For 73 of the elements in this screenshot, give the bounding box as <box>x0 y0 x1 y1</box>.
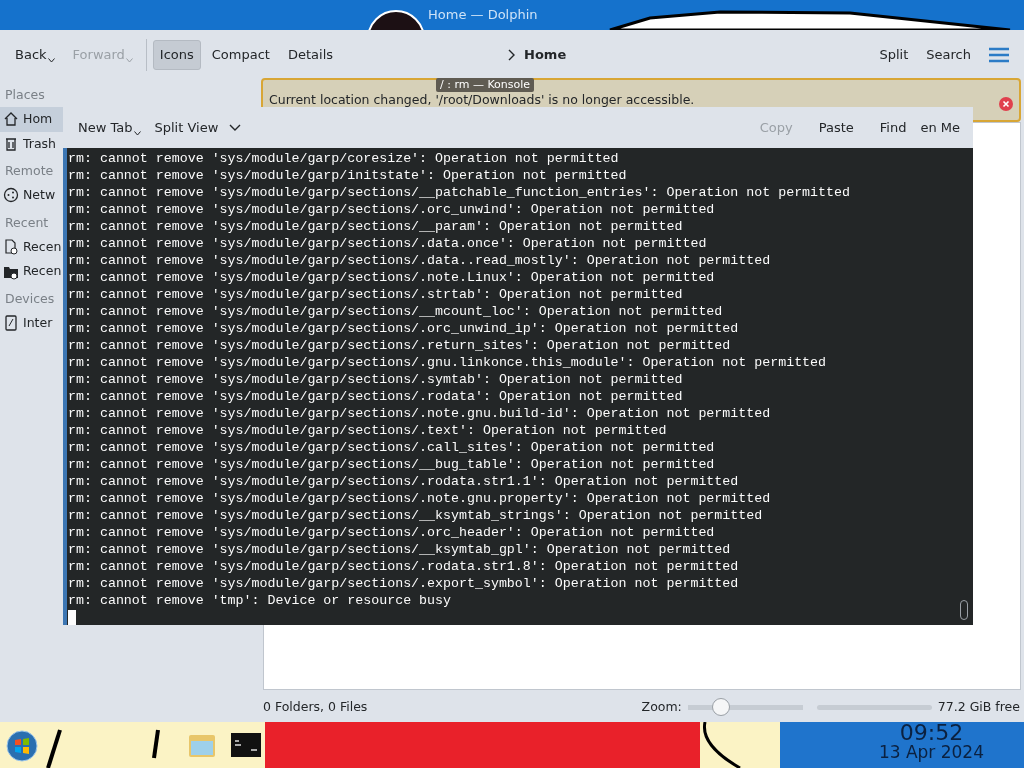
terminal-line: rm: cannot remove 'sys/module/garp/initstate': Operation not permitted <box>68 167 628 184</box>
sidebar-item[interactable]: Netw <box>0 183 63 208</box>
terminal-line: rm: cannot remove 'sys/module/garp/sections/.rodata.str1.8': Operation not permitted <box>68 558 740 575</box>
terminal-line: rm: cannot remove 'sys/module/garp/sections/__patchable_function_entries': Operation not permitted <box>68 184 851 201</box>
toolbar-button[interactable]: Find <box>872 112 914 143</box>
terminal-line: rm: cannot remove 'sys/module/garp/sections/.note.Linux': Operation not permitted <box>68 269 716 286</box>
status-text: 0 Folders, 0 Files <box>263 697 368 716</box>
terminal-line: rm: cannot remove 'sys/module/garp/sections/__bug_table': Operation not permitted <box>68 456 716 473</box>
toolbar-button[interactable]: Paste <box>811 112 861 143</box>
terminal-line: rm: cannot remove 'sys/module/garp/sections/.text': Operation not permitted <box>68 422 668 439</box>
terminal-line: rm: cannot remove 'sys/module/garp/sections/.note.gnu.build-id': Operation not permitted <box>68 405 772 422</box>
terminal-line: rm: cannot remove 'sys/module/garp/sections/__ksymtab_strings': Operation not permitted <box>68 507 764 524</box>
section-heading: Places <box>4 86 46 104</box>
sidebar-item[interactable]: Inter <box>0 310 63 336</box>
home-icon <box>3 111 19 128</box>
zoom-label: Zoom: <box>641 697 682 716</box>
close-icon[interactable] <box>999 97 1013 111</box>
sidebar-item[interactable]: Recen <box>0 259 63 284</box>
toolbar-button[interactable]: New Tab <box>71 112 148 143</box>
caret-icon <box>125 58 133 64</box>
terminal-line: rm: cannot remove 'sys/module/garp/sections/.orc_unwind': Operation not permitted <box>68 201 716 218</box>
caret-icon <box>47 58 55 64</box>
terminal-line: rm: cannot remove 'sys/module/garp/sections/.data..read_mostly': Operation not permitted <box>68 252 772 269</box>
window-title: / : rm — Konsole <box>436 78 535 92</box>
toolbar-button[interactable]: Split <box>872 40 916 70</box>
view-mode-button[interactable]: Compact <box>204 40 277 70</box>
section-heading: Devices <box>4 290 56 308</box>
terminal-line: rm: cannot remove 'sys/module/garp/sections/.rodata.str1.1': Operation not permitted <box>68 473 740 490</box>
slider-thumb[interactable] <box>712 698 731 716</box>
terminal-line: rm: cannot remove 'tmp': Device or resource busy <box>68 592 452 609</box>
back-button[interactable]: Back <box>8 40 62 70</box>
network-icon <box>3 187 19 204</box>
section-heading: Remote <box>4 162 55 181</box>
terminal-line: rm: cannot remove 'sys/module/garp/sections/.rodata': Operation not permitted <box>68 388 684 405</box>
terminal-line: rm: cannot remove 'sys/module/garp/sections/__param': Operation not permitted <box>68 218 684 235</box>
terminal-line: rm: cannot remove 'sys/module/garp/sections/.call_sites': Operation not permitted <box>68 439 716 456</box>
terminal-line: rm: cannot remove 'sys/module/garp/sections/.gnu.linkonce.this_module': Operation not permitted <box>68 354 828 371</box>
terminal-line: rm: cannot remove 'sys/module/garp/sections/.note.gnu.property': Operation not permitted <box>68 490 772 507</box>
terminal-line: rm: cannot remove 'sys/module/garp/sections/.strtab': Operation not permitted <box>68 286 684 303</box>
text-cursor <box>68 610 76 625</box>
sidebar-item[interactable]: Recen <box>0 234 63 260</box>
terminal-line: rm: cannot remove 'sys/module/garp/sections/.orc_header': Operation not permitted <box>68 524 716 541</box>
view-mode-button[interactable]: Details <box>280 40 341 70</box>
sidebar-item[interactable]: Trash <box>0 131 63 157</box>
breadcrumb-item[interactable]: Home <box>524 45 567 65</box>
drive-icon <box>3 315 19 332</box>
trash-icon <box>3 135 19 152</box>
chevron-icon <box>508 49 517 61</box>
start-orb-icon[interactable] <box>6 730 38 762</box>
terminal-line: rm: cannot remove 'sys/module/garp/sections/.data.once': Operation not permitted <box>68 235 708 252</box>
terminal-line: rm: cannot remove 'sys/module/garp/sections/.export_symbol': Operation not permitted <box>68 575 740 592</box>
terminal-line: rm: cannot remove 'sys/module/garp/sections/.symtab': Operation not permitted <box>68 371 684 388</box>
terminal-line: rm: cannot remove 'sys/module/garp/sections/.orc_unwind_ip': Operation not permitted <box>68 320 740 337</box>
terminal-line: rm: cannot remove 'sys/module/garp/coresize': Operation not permitted <box>68 150 620 167</box>
window-title: Home — Dolphin <box>428 6 538 25</box>
view-mode-button[interactable]: Icons <box>152 40 201 70</box>
terminal-line: rm: cannot remove 'sys/module/garp/sections/__ksymtab_gpl': Operation not permitted <box>68 541 732 558</box>
sidebar-item[interactable]: Hom <box>0 106 63 132</box>
section-heading: Recent <box>4 213 50 232</box>
toolbar-button[interactable]: en Me <box>913 112 967 143</box>
clock-date: 13 Apr 2024 <box>878 744 984 761</box>
chevron-down-icon[interactable] <box>229 123 242 132</box>
terminal-line: rm: cannot remove 'sys/module/garp/sections/__mcount_loc': Operation not permitted <box>68 303 724 320</box>
clock-time: 09:52 <box>898 722 965 744</box>
caret-icon <box>133 130 141 136</box>
menu-icon[interactable] <box>988 47 1010 63</box>
toolbar-button[interactable]: Split View <box>147 112 226 143</box>
clock-file-icon <box>3 238 19 255</box>
terminal-icon[interactable] <box>231 733 261 757</box>
toolbar-button[interactable]: Search <box>919 40 978 70</box>
terminal-line: rm: cannot remove 'sys/module/garp/sections/.return_sites': Operation not permitted <box>68 337 732 354</box>
free-space-text: 77.2 GiB free <box>937 697 1020 716</box>
notification-text: Current location changed, '/root/Downloads' is no longer accessible. <box>269 93 695 109</box>
